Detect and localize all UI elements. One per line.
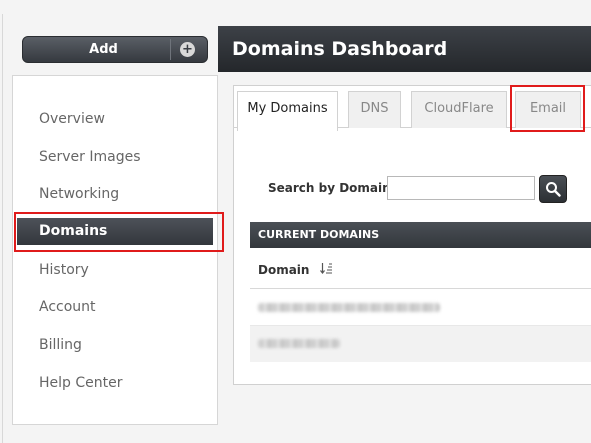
domains-highlight-box <box>14 212 224 252</box>
current-domains-header: CURRENT DOMAINS <box>250 222 591 248</box>
sidebar-item-networking[interactable]: Networking <box>39 183 119 205</box>
search-label: Search by Domain: <box>268 181 396 195</box>
sidebar-item-billing[interactable]: Billing <box>39 334 82 356</box>
add-button-label: Add <box>89 42 118 57</box>
email-highlight-box <box>510 85 585 132</box>
redacted-domain-text <box>258 339 340 348</box>
tab-cloudflare[interactable]: CloudFlare <box>411 91 507 128</box>
sidebar-item-history[interactable]: History <box>39 259 89 281</box>
tab-my-domains[interactable]: My Domains <box>237 91 338 131</box>
domain-column-header[interactable]: Domain <box>250 249 591 289</box>
search-input[interactable] <box>387 176 535 200</box>
redacted-domain-text <box>258 303 440 312</box>
page-title: Domains Dashboard <box>218 26 591 72</box>
magnifier-icon <box>546 182 561 197</box>
search-button[interactable] <box>539 175 567 203</box>
table-row[interactable] <box>250 326 591 362</box>
tab-dns[interactable]: DNS <box>348 91 401 128</box>
add-button-separator <box>170 39 171 60</box>
sidebar-item-account[interactable]: Account <box>39 296 96 318</box>
sidebar-item-server-images[interactable]: Server Images <box>39 146 141 168</box>
plus-icon[interactable]: + <box>180 42 195 57</box>
sidebar-item-overview[interactable]: Overview <box>39 108 105 130</box>
domain-column-label: Domain <box>258 263 310 277</box>
table-row[interactable] <box>250 290 591 326</box>
sort-descending-icon[interactable] <box>320 262 334 276</box>
add-button[interactable]: Add + <box>22 36 208 63</box>
sidebar-item-help-center[interactable]: Help Center <box>39 372 123 394</box>
